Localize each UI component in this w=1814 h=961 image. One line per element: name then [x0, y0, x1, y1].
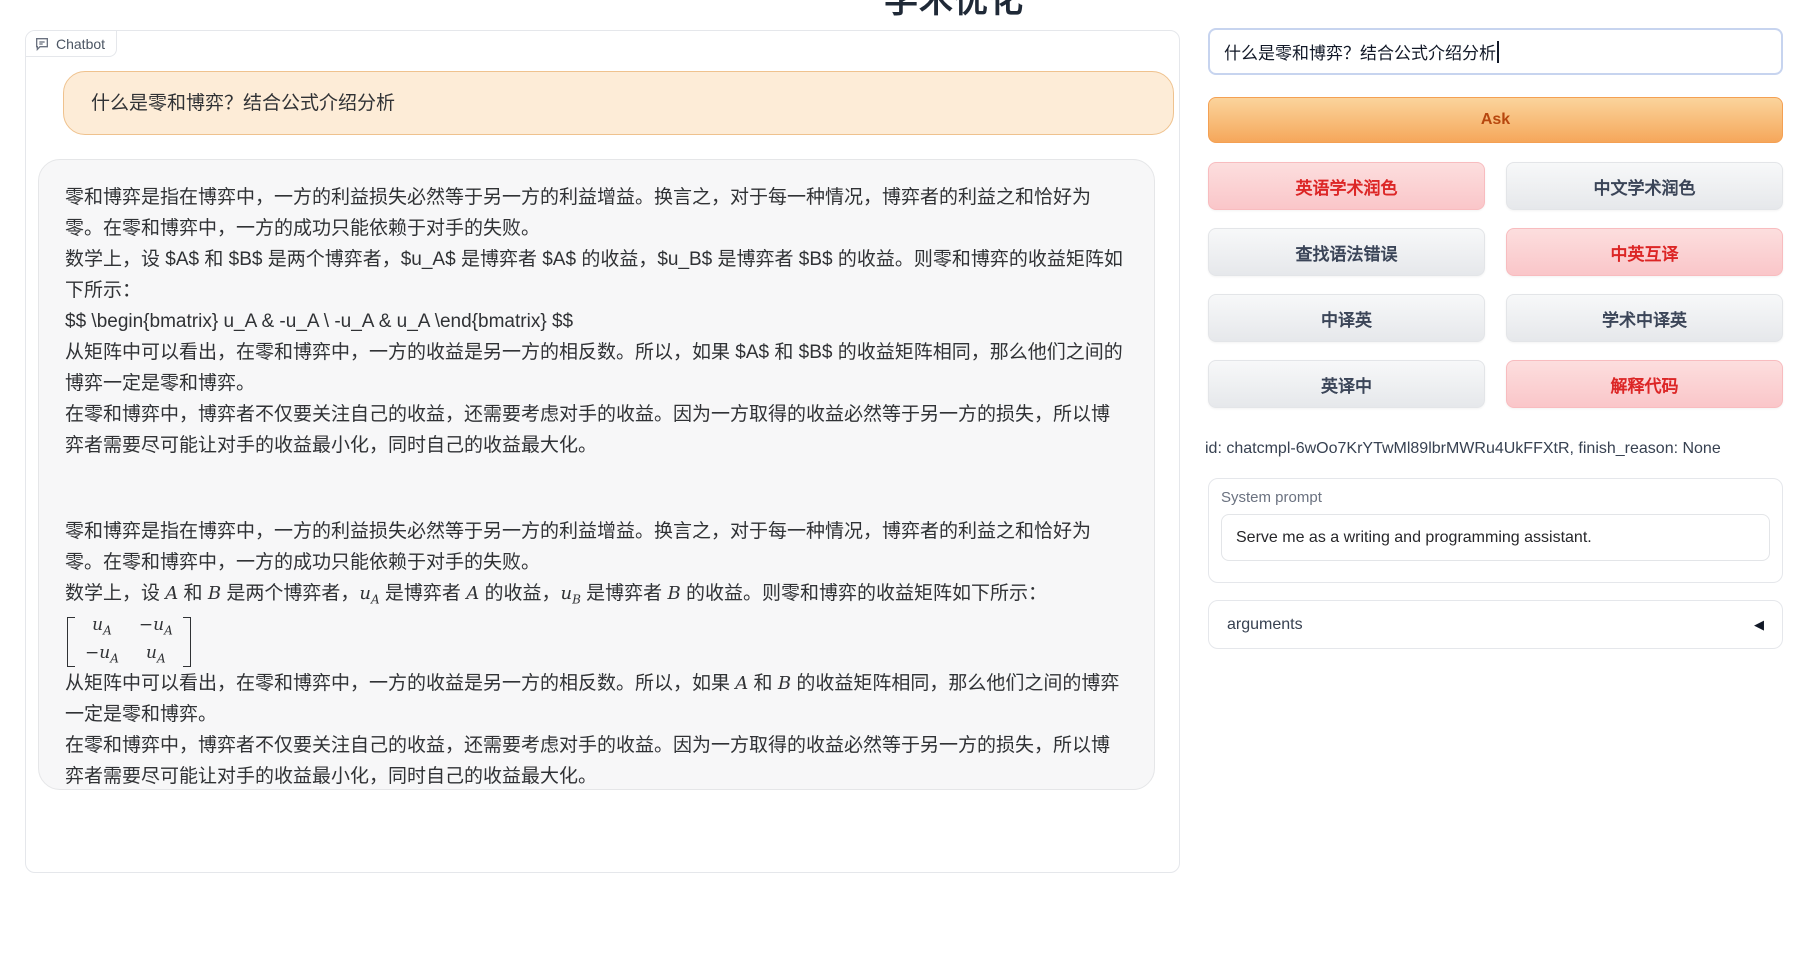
- bot-paragraph: 在零和博弈中，博弈者不仅要关注自己的收益，还需要考虑对手的收益。因为一方取得的收…: [65, 399, 1128, 461]
- quick-action-buttons: 英语学术润色中文学术润色查找语法错误中英互译中译英学术中译英英译中解释代码: [1208, 162, 1783, 408]
- system-prompt-value: Serve me as a writing and programming as…: [1236, 529, 1592, 547]
- matrix-cells: uA−uA−uAuA: [75, 617, 183, 667]
- ask-button-label: Ask: [1481, 111, 1510, 129]
- action-button-1[interactable]: 中文学术润色: [1506, 162, 1783, 210]
- bot-paragraph: 从矩阵中可以看出，在零和博弈中，一方的收益是另一方的相反数。所以，如果 $A$ …: [65, 337, 1128, 399]
- text-cursor: [1497, 41, 1499, 63]
- matrix-cell: −uA: [139, 614, 173, 641]
- action-button-3[interactable]: 中英互译: [1506, 228, 1783, 276]
- matrix-right-bracket: [183, 617, 191, 667]
- bot-paragraph: 从矩阵中可以看出，在零和博弈中，一方的收益是另一方的相反数。所以，如果 A 和 …: [65, 668, 1128, 730]
- matrix-cell: uA: [146, 642, 166, 669]
- bot-paragraph: 零和博弈是指在博弈中，一方的利益损失必然等于另一方的利益增益。换言之，对于每一种…: [65, 516, 1128, 578]
- bot-paragraph: 在零和博弈中，博弈者不仅要关注自己的收益，还需要考虑对手的收益。因为一方取得的收…: [65, 730, 1128, 792]
- system-prompt-group: System prompt Serve me as a writing and …: [1208, 478, 1783, 583]
- arguments-accordion-label: arguments: [1227, 616, 1303, 634]
- bot-message-bubble: 零和博弈是指在博弈中，一方的利益损失必然等于另一方的利益增益。换言之，对于每一种…: [38, 159, 1155, 790]
- action-button-0[interactable]: 英语学术润色: [1208, 162, 1485, 210]
- chatbot-label-text: Chatbot: [56, 36, 105, 52]
- matrix-cell: −uA: [85, 642, 119, 669]
- chatbot-label: Chatbot: [26, 31, 117, 57]
- matrix-left-bracket: [67, 617, 75, 667]
- action-button-5[interactable]: 学术中译英: [1506, 294, 1783, 342]
- bot-paragraph: 零和博弈是指在博弈中，一方的利益损失必然等于另一方的利益增益。换言之，对于每一种…: [65, 182, 1128, 244]
- system-prompt-input[interactable]: Serve me as a writing and programming as…: [1221, 514, 1770, 561]
- arguments-accordion[interactable]: arguments ◀: [1208, 600, 1783, 649]
- question-input-value: 什么是零和博弈？结合公式介绍分析: [1224, 39, 1496, 64]
- chat-bubble-icon: [34, 36, 50, 52]
- payoff-matrix: uA−uA−uAuA: [67, 617, 193, 667]
- ask-button[interactable]: Ask: [1208, 97, 1783, 143]
- chatbot-panel: Chatbot 什么是零和博弈？结合公式介绍分析 零和博弈是指在博弈中，一方的利…: [25, 30, 1180, 873]
- matrix-cell: uA: [92, 614, 112, 641]
- action-button-2[interactable]: 查找语法错误: [1208, 228, 1485, 276]
- bot-paragraph: 数学上，设 A 和 B 是两个博弈者，uA 是博弈者 A 的收益，uB 是博弈者…: [65, 578, 1128, 616]
- bot-paragraph: $$ \begin{bmatrix} u_A & -u_A \ -u_A & u…: [65, 306, 1128, 337]
- user-message-bubble: 什么是零和博弈？结合公式介绍分析: [63, 71, 1174, 135]
- action-button-7[interactable]: 解释代码: [1506, 360, 1783, 408]
- action-button-6[interactable]: 英译中: [1208, 360, 1485, 408]
- page-title: 学术优化: [884, 0, 1024, 22]
- bot-message-content: 零和博弈是指在博弈中，一方的利益损失必然等于另一方的利益增益。换言之，对于每一种…: [65, 182, 1128, 792]
- user-message-text: 什么是零和博弈？结合公式介绍分析: [91, 88, 395, 119]
- system-prompt-label: System prompt: [1221, 489, 1770, 506]
- accordion-collapse-icon: ◀: [1754, 617, 1764, 633]
- completion-status-line: id: chatcmpl-6wOo7KrYTwMl89lbrMWRu4UkFFX…: [1205, 440, 1721, 458]
- question-input[interactable]: 什么是零和博弈？结合公式介绍分析: [1208, 28, 1783, 75]
- paragraph-spacer: [65, 461, 1128, 516]
- action-button-4[interactable]: 中译英: [1208, 294, 1485, 342]
- bot-paragraph: 数学上，设 $A$ 和 $B$ 是两个博弈者，$u_A$ 是博弈者 $A$ 的收…: [65, 244, 1128, 306]
